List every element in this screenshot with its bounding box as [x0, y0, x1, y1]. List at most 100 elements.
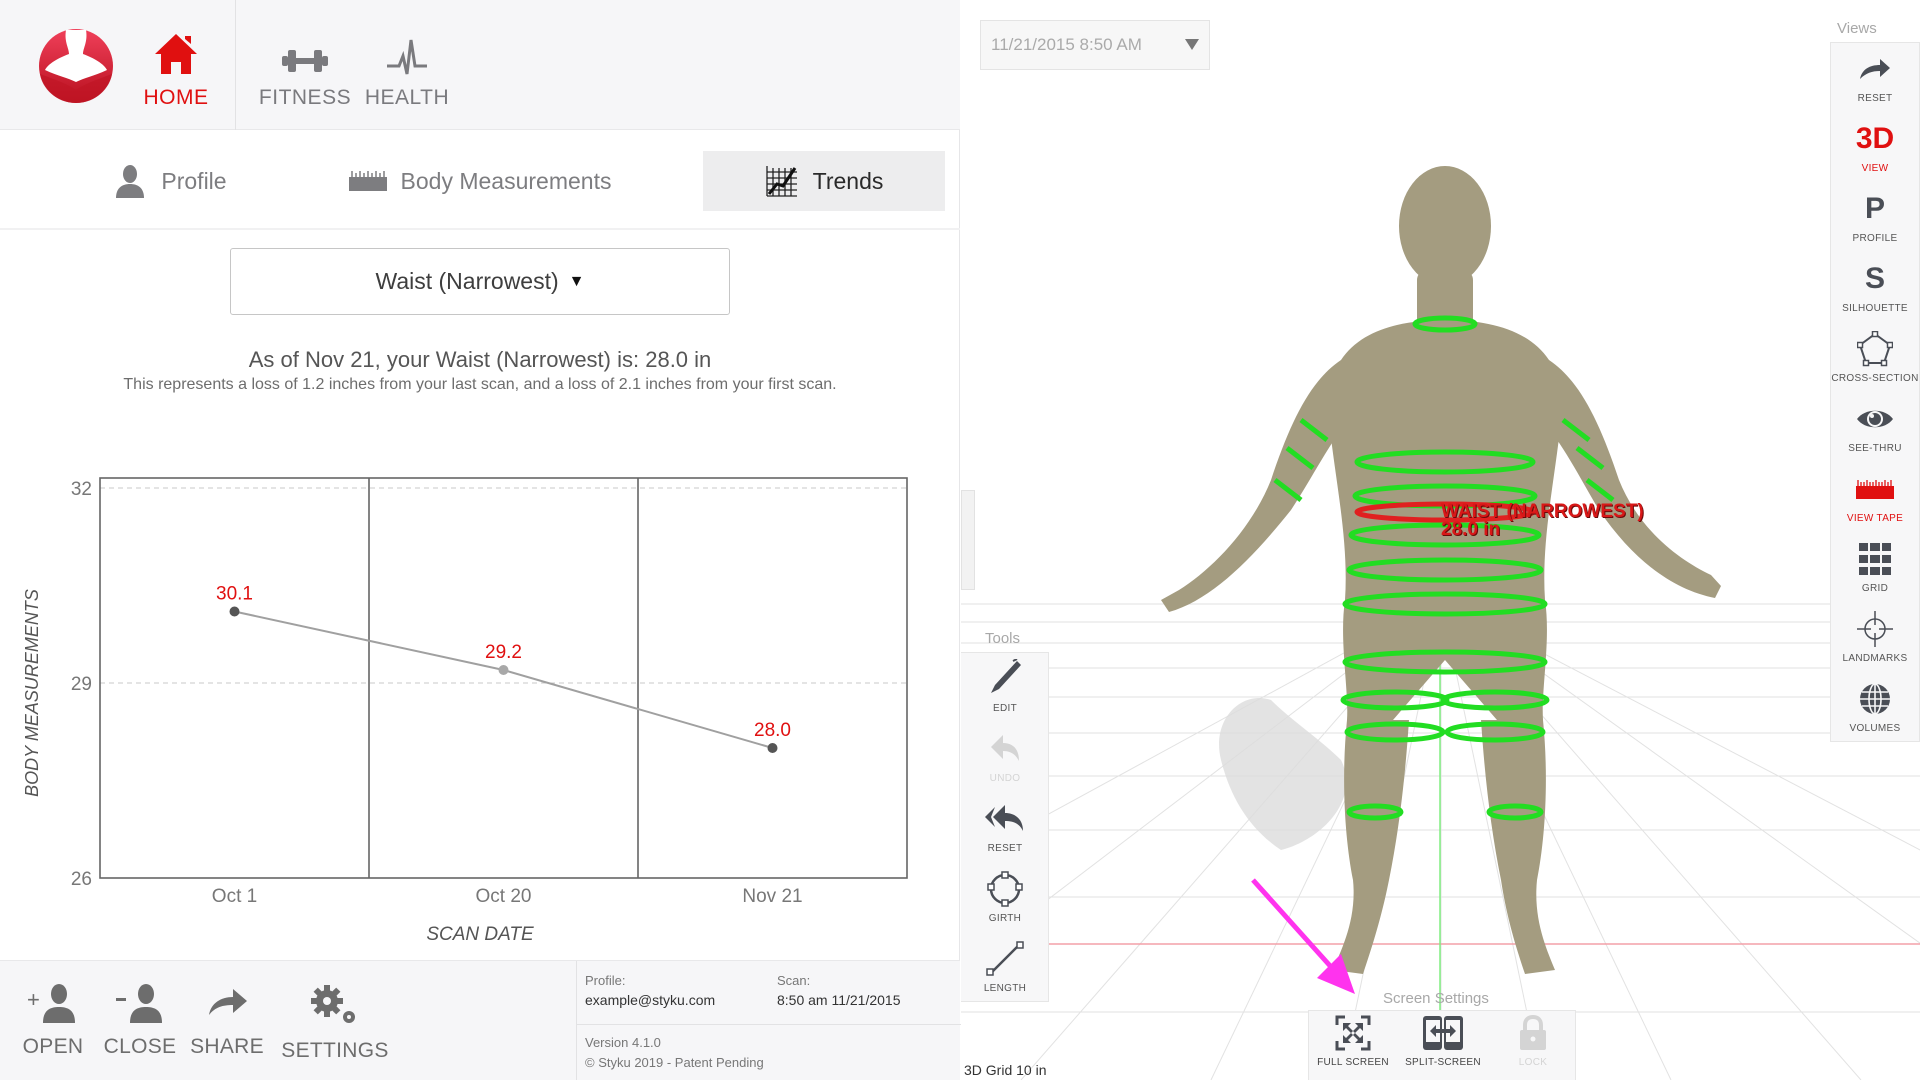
scan-date-dropdown[interactable]: 11/21/2015 8:50 AM	[980, 20, 1210, 70]
views-title: Views	[1837, 20, 1877, 37]
add-user-icon: +	[27, 984, 75, 1023]
nav-health-label: HEALTH	[364, 86, 450, 109]
nav-home[interactable]: HOME	[140, 0, 212, 130]
nav-home-label: HOME	[143, 86, 209, 109]
tab-profile[interactable]: Profile	[60, 151, 280, 211]
view-cross-section-button[interactable]: CROSS-SECTION	[1831, 329, 1919, 399]
chevron-down-icon	[1185, 39, 1199, 50]
tab-body-measurements[interactable]: Body Measurements	[330, 151, 630, 211]
settings-button[interactable]: SETTINGS	[280, 983, 390, 1063]
3d-viewport[interactable]: WAIST (NARROWEST) 28.0 in 11/21/2015 8:5…	[961, 0, 1920, 1080]
tool-edit-button[interactable]: EDIT	[961, 659, 1049, 729]
chart-y-tick-label: 29	[71, 674, 92, 695]
view-3d-button[interactable]: 3D VIEW	[1831, 119, 1919, 189]
panel-drag-handle[interactable]	[961, 490, 975, 590]
chevron-down-icon: ▼	[568, 272, 585, 290]
lock-label: LOCK	[1518, 1057, 1548, 1068]
profile-value: example@styku.com	[585, 992, 716, 1008]
lock-button[interactable]: LOCK	[1489, 1015, 1577, 1068]
grid-icon	[1859, 543, 1891, 575]
chart-series-line	[234, 610, 773, 749]
version-text: Version 4.1.0	[585, 1035, 661, 1050]
tool-length-button[interactable]: LENGTH	[961, 939, 1049, 1009]
tool-undo-label: UNDO	[989, 773, 1021, 784]
nav-health[interactable]: HEALTH	[362, 0, 452, 130]
view-tape-button[interactable]: VIEW TAPE	[1831, 469, 1919, 539]
view-grid-label: GRID	[1861, 583, 1889, 594]
tool-edit-label: EDIT	[993, 703, 1017, 714]
split-screen-button[interactable]: SPLIT-SCREEN	[1399, 1015, 1487, 1068]
open-button[interactable]: + OPEN	[18, 983, 88, 1059]
trend-chart-icon	[765, 166, 797, 197]
chart-x-tick-label: Nov 21	[742, 886, 802, 907]
view-reset-label: RESET	[1857, 93, 1893, 104]
length-line-icon	[986, 941, 1024, 976]
chart-data-point	[498, 665, 509, 675]
measurement-headline: As of Nov 21, your Waist (Narrowest) is:…	[248, 347, 712, 372]
lock-icon	[1520, 1015, 1546, 1050]
view-silhouette-button[interactable]: S SILHOUETTE	[1831, 259, 1919, 329]
view-see-thru-button[interactable]: SEE-THRU	[1831, 399, 1919, 469]
chart-y-tick-label: 32	[71, 479, 92, 500]
undo-icon	[991, 735, 1019, 761]
tool-undo-button[interactable]: UNDO	[961, 729, 1049, 799]
settings-label: SETTINGS	[281, 1039, 389, 1062]
share-label: SHARE	[190, 1035, 264, 1058]
view-silhouette-label: SILHOUETTE	[1842, 303, 1908, 314]
view-landmarks-button[interactable]: LANDMARKS	[1831, 609, 1919, 679]
view-3d-label: VIEW	[1861, 163, 1889, 174]
3d-scene[interactable]	[961, 0, 1920, 1080]
view-landmarks-label: LANDMARKS	[1842, 653, 1908, 664]
chart-y-axis-title: BODY MEASUREMENTS	[22, 589, 42, 797]
close-button[interactable]: CLOSE	[102, 983, 178, 1059]
tab-trends-label: Trends	[812, 167, 884, 194]
chart-x-tick-label: Oct 20	[476, 886, 532, 907]
full-screen-button[interactable]: FULL SCREEN	[1309, 1015, 1397, 1068]
share-button[interactable]: SHARE	[190, 983, 264, 1059]
dumbbell-icon	[282, 50, 328, 72]
chart-x-axis-title: SCAN DATE	[426, 924, 534, 945]
split-screen-label: SPLIT-SCREEN	[1405, 1057, 1481, 1068]
chart-data-label: 30.1	[216, 584, 253, 605]
view-see-thru-label: SEE-THRU	[1848, 443, 1902, 454]
tools-panel: EDIT UNDO RESET GIRTH LENGTH	[961, 652, 1049, 1002]
girth-circle-icon	[987, 871, 1023, 907]
top-navigation: HOME FITNESS HEALTH	[0, 0, 960, 130]
screen-settings-panel: FULL SCREEN SPLIT-SCREEN LOCK	[1308, 1010, 1576, 1080]
share-icon	[209, 989, 247, 1015]
chart-x-tick-label: Oct 1	[212, 886, 257, 907]
view-profile-button[interactable]: P PROFILE	[1831, 189, 1919, 259]
nav-divider	[235, 0, 236, 130]
bottom-action-bar: + OPEN CLOSE SHARE SETTINGS Profile: exa…	[0, 960, 961, 1080]
view-reset-button[interactable]: RESET	[1831, 49, 1919, 119]
chart-data-point	[767, 743, 778, 753]
measurement-change-summary: This represents a loss of 1.2 inches fro…	[123, 376, 837, 393]
gears-icon	[311, 985, 355, 1023]
measurement-dropdown[interactable]: Waist (Narrowest) ▼	[230, 248, 730, 315]
scan-info-box: Profile: example@styku.com Scan: 8:50 am…	[576, 961, 961, 1080]
tool-girth-button[interactable]: GIRTH	[961, 869, 1049, 939]
nav-fitness[interactable]: FITNESS	[258, 0, 352, 130]
copyright-text: © Styku 2019 - Patent Pending	[585, 1055, 764, 1070]
3d-icon: 3D	[1855, 122, 1895, 155]
tape-label-value: 28.0 in	[1441, 519, 1501, 540]
full-screen-label: FULL SCREEN	[1317, 1057, 1389, 1068]
view-profile-label: PROFILE	[1852, 233, 1898, 244]
view-grid-button[interactable]: GRID	[1831, 539, 1919, 609]
nav-fitness-label: FITNESS	[258, 86, 352, 109]
remove-user-icon	[116, 984, 162, 1023]
view-volumes-button[interactable]: VOLUMES	[1831, 679, 1919, 749]
eye-icon	[1857, 410, 1893, 428]
silhouette-s-icon: S	[1864, 262, 1885, 295]
chart-plot-frame	[99, 477, 908, 879]
tab-body-measurements-label: Body Measurements	[400, 167, 612, 194]
section-tabs: Profile Body Measurements Trends	[0, 131, 960, 230]
tool-reset-label: RESET	[987, 843, 1023, 854]
tab-trends[interactable]: Trends	[703, 151, 945, 211]
tool-reset-button[interactable]: RESET	[961, 799, 1049, 869]
tape-measurement-label: WAIST (NARROWEST) 28.0 in	[1441, 502, 1644, 540]
svg-text:+: +	[27, 987, 40, 1012]
fullscreen-icon	[1335, 1015, 1371, 1051]
left-panel: HOME FITNESS HEALTH Profile Body Measure…	[0, 0, 961, 1080]
tab-profile-label: Profile	[161, 167, 227, 194]
